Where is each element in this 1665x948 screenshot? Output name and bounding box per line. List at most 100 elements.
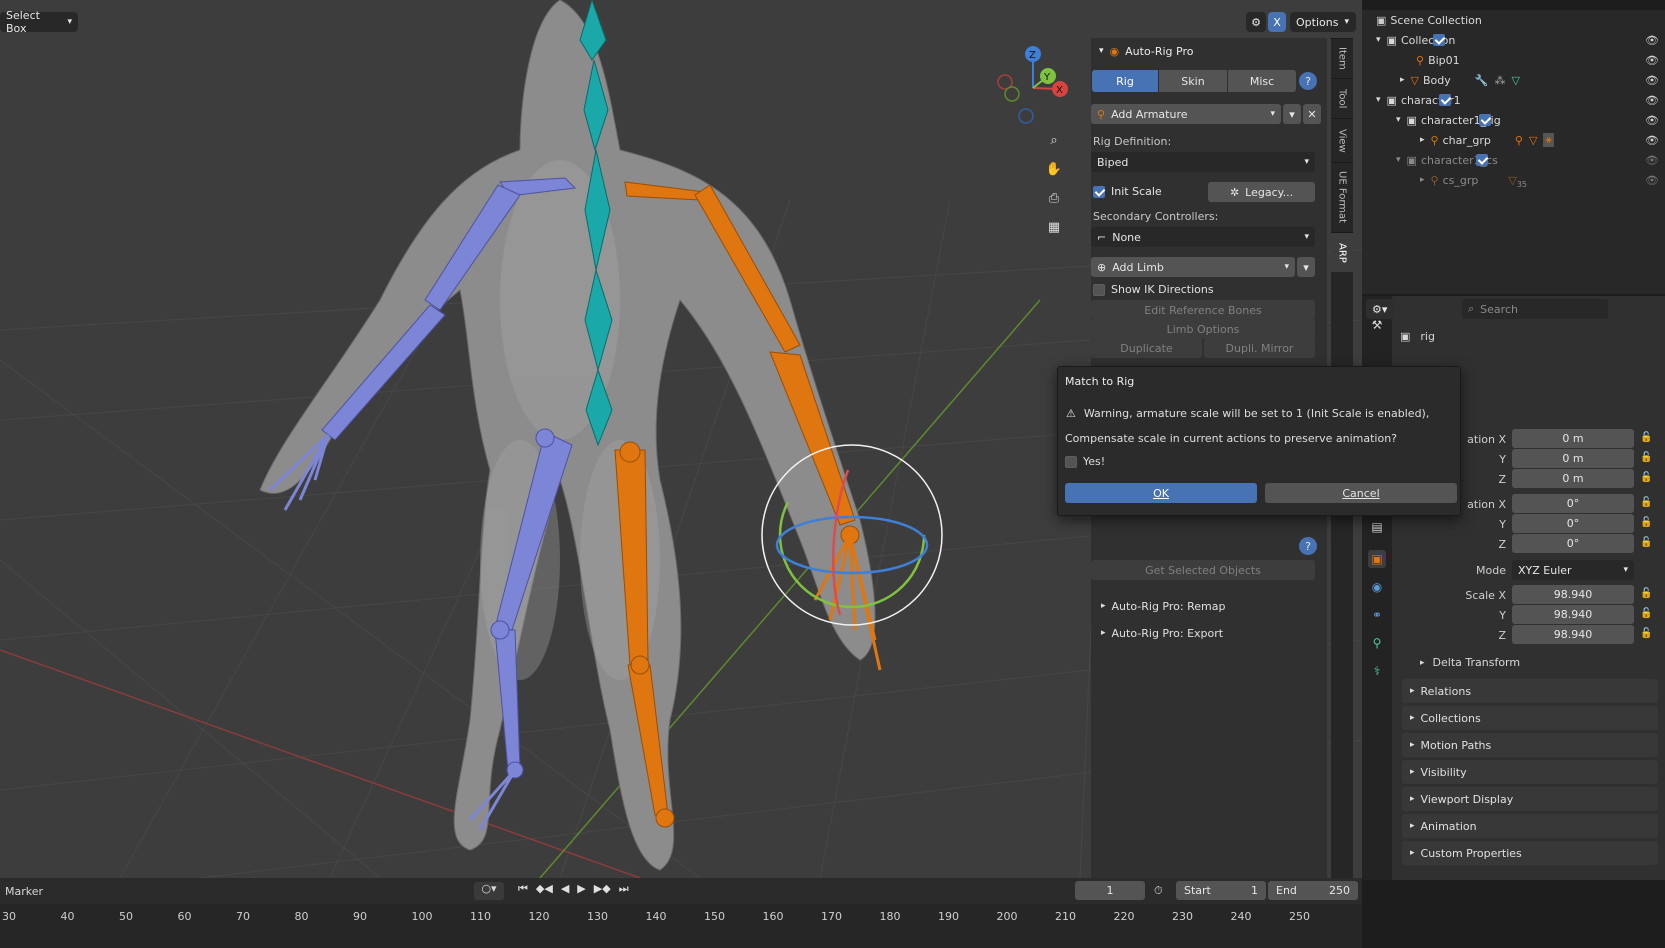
help-icon[interactable]: ?: [1299, 537, 1317, 555]
rotation-x-field[interactable]: 0°: [1512, 494, 1634, 513]
outliner-row-collection[interactable]: ▾ ▣ Collection 👁: [1362, 30, 1665, 50]
collection-props-icon[interactable]: ▤: [1368, 518, 1386, 536]
camera-icon[interactable]: ⎙: [1042, 186, 1066, 210]
armature-data-icon[interactable]: ⚲: [1368, 634, 1386, 652]
outliner-row-scene-collection[interactable]: ▣ Scene Collection: [1362, 10, 1665, 30]
section-motion-paths[interactable]: ▸ Motion Paths: [1402, 733, 1658, 757]
unlock-icon[interactable]: 🔓: [1640, 497, 1652, 508]
play-icon[interactable]: ▶: [577, 882, 585, 900]
limb-options-button[interactable]: Limb Options: [1091, 319, 1315, 339]
unlock-icon[interactable]: 🔓: [1640, 588, 1652, 599]
add-limb-dropdown[interactable]: ⊕ Add Limb ▾: [1091, 257, 1295, 277]
checkbox-checked-icon[interactable]: [1475, 154, 1488, 166]
current-frame-field[interactable]: 1: [1075, 881, 1145, 900]
tab-view[interactable]: View: [1331, 118, 1353, 162]
properties-search-input[interactable]: ⌕ Search: [1462, 299, 1608, 319]
scale-z-field[interactable]: 98.940: [1512, 625, 1634, 644]
marker-menu[interactable]: Marker: [5, 885, 43, 898]
duplicate-button[interactable]: Duplicate: [1091, 338, 1202, 358]
rotation-z-field[interactable]: 0°: [1512, 534, 1634, 553]
tab-arp[interactable]: ARP: [1331, 232, 1353, 272]
eye-icon[interactable]: 👁: [1645, 74, 1659, 87]
rig-definition-dropdown[interactable]: Biped ▾: [1091, 152, 1315, 172]
zoom-icon[interactable]: ⌕: [1042, 128, 1066, 152]
outliner-row-char-grp[interactable]: ▸ ⚲ char_grp ⚲ ▽ ⚹ 👁: [1362, 130, 1665, 150]
add-armature-dropdown[interactable]: ⚲ Add Armature ▾: [1091, 104, 1281, 124]
scale-x-field[interactable]: 98.940: [1512, 585, 1634, 604]
start-frame-field[interactable]: Start 1: [1176, 881, 1266, 900]
constraints-icon[interactable]: ⚭: [1368, 606, 1386, 624]
close-icon[interactable]: ✕: [1303, 104, 1321, 124]
tab-ue-format[interactable]: UE Format: [1331, 162, 1353, 232]
tab-misc[interactable]: Misc: [1228, 70, 1296, 92]
next-keyframe-icon[interactable]: ▶◆: [594, 882, 611, 900]
editor-type-dropdown[interactable]: ⚙▾: [1366, 299, 1394, 319]
tab-skin[interactable]: Skin: [1159, 70, 1227, 92]
outliner-row-character1[interactable]: ▾ ▣ character1 👁: [1362, 90, 1665, 110]
outliner-row-character1-cs[interactable]: ▾ ▣ character1_cs 👁: [1362, 150, 1665, 170]
eye-icon[interactable]: 👁: [1645, 34, 1659, 47]
jump-end-icon[interactable]: ⏭: [619, 882, 629, 900]
eye-icon[interactable]: 👁: [1645, 134, 1659, 147]
end-frame-field[interactable]: End 250: [1268, 881, 1358, 900]
scale-y-field[interactable]: 98.940: [1512, 605, 1634, 624]
arp-panel-header[interactable]: ▾ ◉ Auto-Rig Pro: [1091, 38, 1327, 64]
init-scale-checkbox[interactable]: Init Scale: [1093, 185, 1162, 198]
tab-item[interactable]: Item: [1331, 38, 1353, 78]
eye-icon[interactable]: 👁: [1645, 94, 1659, 107]
help-icon[interactable]: ?: [1299, 72, 1317, 90]
eye-icon[interactable]: 👁: [1645, 54, 1659, 67]
get-selected-objects-button[interactable]: Get Selected Objects: [1091, 560, 1315, 580]
section-viewport-display[interactable]: ▸ Viewport Display: [1402, 787, 1658, 811]
add-armature-options-button[interactable]: ▾: [1283, 104, 1301, 124]
unlock-icon[interactable]: 🔓: [1640, 452, 1652, 463]
add-limb-options-button[interactable]: ▾: [1297, 257, 1315, 277]
show-ik-directions-checkbox[interactable]: Show IK Directions: [1093, 283, 1214, 296]
section-collections[interactable]: ▸ Collections: [1402, 706, 1658, 730]
outliner-row-cs-grp[interactable]: ▸ ⚲ cs_grp ▽ 35 👁: [1362, 170, 1665, 190]
location-x-field[interactable]: 0 m: [1512, 429, 1634, 448]
navigation-gizmo[interactable]: Z X Y: [990, 42, 1080, 132]
checkbox-checked-icon[interactable]: [1433, 34, 1446, 46]
snap-icon-button[interactable]: ⚙: [1246, 12, 1266, 32]
dupli-mirror-button[interactable]: Dupli. Mirror: [1204, 338, 1315, 358]
keying-toggle[interactable]: ○▾: [474, 882, 504, 900]
delta-transform-header[interactable]: ▸ Delta Transform: [1420, 656, 1520, 669]
unlock-icon[interactable]: 🔓: [1640, 432, 1652, 443]
eye-icon[interactable]: 👁: [1645, 114, 1659, 127]
bone-icon[interactable]: ⚕: [1368, 662, 1386, 680]
physics-icon[interactable]: ◉: [1368, 578, 1386, 596]
playback-controls[interactable]: ⏮ ◆◀ ◀ ▶ ▶◆ ⏭: [518, 882, 629, 900]
export-panel-header[interactable]: ▸ Auto-Rig Pro: Export: [1091, 621, 1327, 645]
section-visibility[interactable]: ▸ Visibility: [1402, 760, 1658, 784]
outliner-row-character1-rig[interactable]: ▾ ▣ character1_rig 👁: [1362, 110, 1665, 130]
outliner-row-body[interactable]: ▸ ▽ Body 🔧 ⁂ ▽ 👁: [1362, 70, 1665, 90]
prev-keyframe-icon[interactable]: ◆◀: [536, 882, 553, 900]
eye-icon[interactable]: 👁: [1645, 174, 1659, 187]
tab-rig[interactable]: Rig: [1092, 70, 1158, 92]
select-mode-dropdown[interactable]: Select Box ▾: [0, 9, 78, 35]
location-z-field[interactable]: 0 m: [1512, 469, 1634, 488]
secondary-controllers-dropdown[interactable]: ⌐ None ▾: [1091, 227, 1315, 247]
location-y-field[interactable]: 0 m: [1512, 449, 1634, 468]
stopwatch-icon[interactable]: ⏱: [1154, 884, 1163, 898]
checkbox-checked-icon[interactable]: [1478, 114, 1491, 126]
eye-icon[interactable]: 👁: [1645, 154, 1659, 167]
legacy-button[interactable]: ✲ Legacy...: [1208, 182, 1315, 202]
rotation-mode-dropdown[interactable]: XYZ Euler ▾: [1512, 560, 1634, 580]
remap-panel-header[interactable]: ▸ Auto-Rig Pro: Remap: [1091, 594, 1327, 618]
x-mirror-toggle[interactable]: X: [1268, 12, 1286, 32]
unlock-icon[interactable]: 🔓: [1640, 537, 1652, 548]
tab-tool[interactable]: Tool: [1331, 78, 1353, 118]
yes-checkbox[interactable]: Yes!: [1065, 455, 1105, 468]
checkbox-checked-icon[interactable]: [1438, 94, 1451, 106]
object-name-row[interactable]: ▣ rig: [1400, 330, 1435, 343]
rotation-y-field[interactable]: 0°: [1512, 514, 1634, 533]
pan-hand-icon[interactable]: ✋: [1042, 157, 1066, 181]
cancel-button[interactable]: Cancel: [1265, 483, 1457, 503]
unlock-icon[interactable]: 🔓: [1640, 517, 1652, 528]
jump-start-icon[interactable]: ⏮: [518, 882, 528, 900]
section-animation[interactable]: ▸ Animation: [1402, 814, 1658, 838]
ok-button[interactable]: OK: [1065, 483, 1257, 503]
outliner-row-bip01[interactable]: ⚲ Bip01 👁: [1362, 50, 1665, 70]
